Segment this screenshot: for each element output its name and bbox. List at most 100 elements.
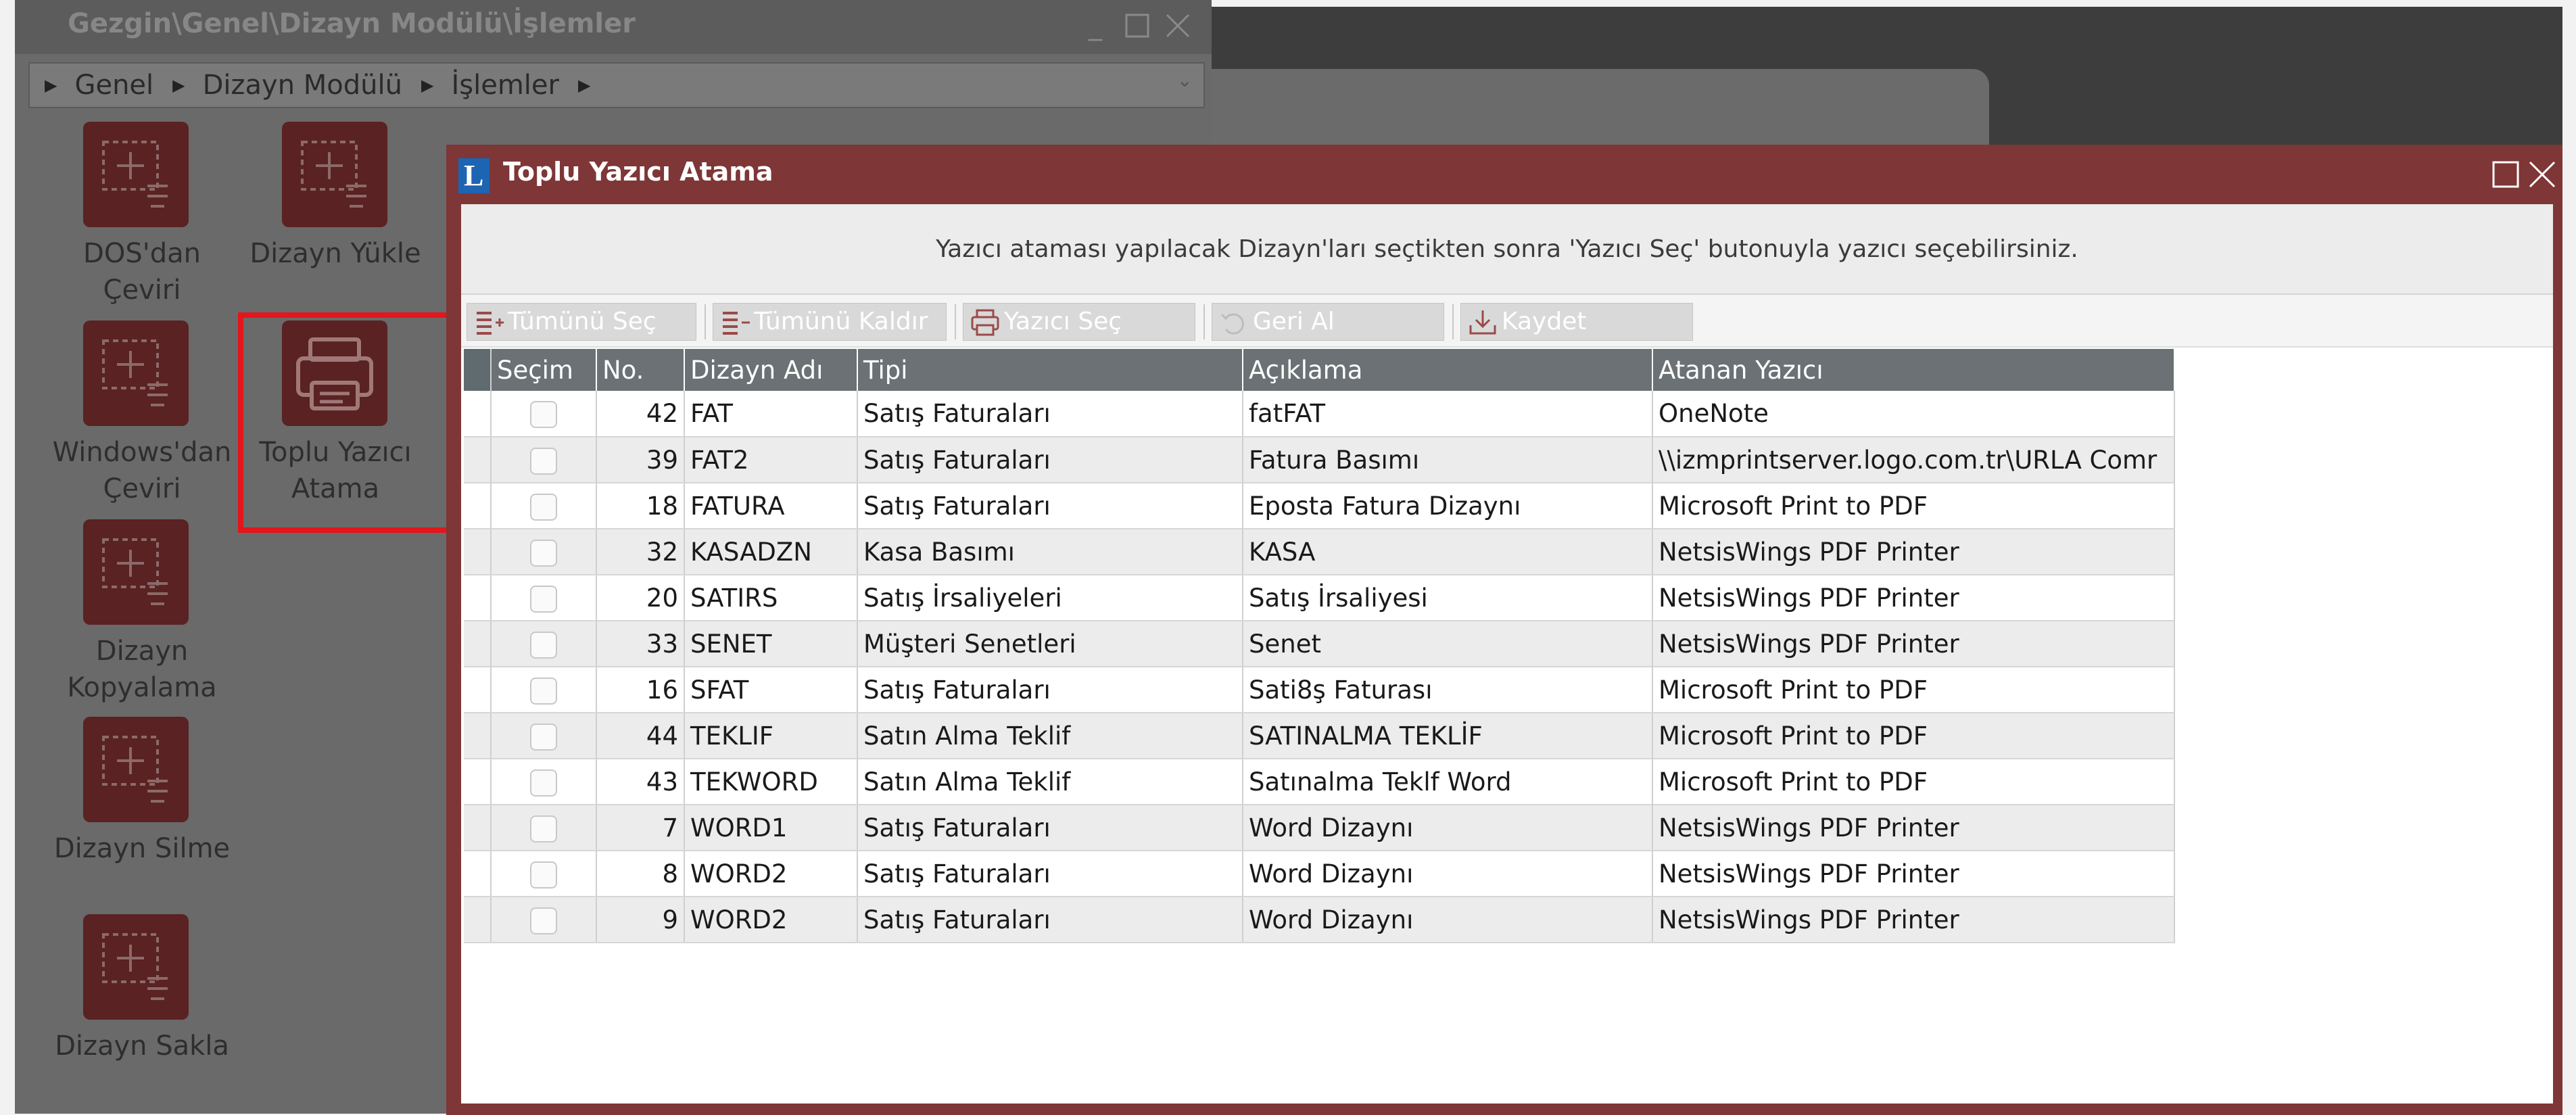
row-indicator[interactable] xyxy=(464,621,492,667)
cell-no: 16 xyxy=(596,667,685,713)
tile-label: Windows'dan xyxy=(52,437,232,468)
explorer-titlebar: Gezgin\Genel\Dizayn Modülü\İşlemler _ xyxy=(15,0,1212,54)
row-indicator[interactable] xyxy=(464,713,492,759)
table-row[interactable]: 9 WORD2 Satış Faturaları Word Dizaynı Ne… xyxy=(464,897,2175,943)
row-indicator[interactable] xyxy=(464,529,492,575)
row-checkbox[interactable] xyxy=(530,585,557,613)
table-row[interactable]: 20 SATIRS Satış İrsaliyeleri Satış İrsal… xyxy=(464,575,2175,621)
table-row[interactable]: 8 WORD2 Satış Faturaları Word Dizaynı Ne… xyxy=(464,851,2175,897)
table-row[interactable]: 39 FAT2 Satış Faturaları Fatura Basımı \… xyxy=(464,437,2175,483)
tile-dizayn-yukle[interactable] xyxy=(282,122,387,227)
toolbar: Tümünü Seç Tümünü Kaldır Yazıcı Seç Geri… xyxy=(461,295,2553,348)
table-row[interactable]: 32 KASADZN Kasa Basımı KASA NetsisWings … xyxy=(464,529,2175,575)
dialog-title: Toplu Yazıcı Atama xyxy=(503,157,773,187)
row-checkbox[interactable] xyxy=(530,401,557,429)
row-checkbox[interactable] xyxy=(530,815,557,843)
undo-button[interactable]: Geri Al xyxy=(1212,303,1444,341)
row-checkbox[interactable] xyxy=(530,677,557,705)
column-header-atanan-yazici[interactable]: Atanan Yazıcı xyxy=(1652,349,2175,391)
tile-dizayn-sakla[interactable] xyxy=(83,914,189,1020)
breadcrumb-item-genel[interactable]: Genel xyxy=(74,70,153,101)
tile-windows-ceviri[interactable] xyxy=(83,321,189,426)
cell-aciklama: Senet xyxy=(1243,621,1653,667)
design-copy-icon xyxy=(102,538,168,605)
breadcrumb: ▶ Genel ▶ Dizayn Modülü ▶ İşlemler ▶ ⌄ xyxy=(28,62,1205,108)
table-row[interactable]: 7 WORD1 Satış Faturaları Word Dizaynı Ne… xyxy=(464,805,2175,851)
breadcrumb-item-dizayn-modulu[interactable]: Dizayn Modülü xyxy=(203,70,402,101)
close-icon[interactable] xyxy=(2526,158,2558,191)
select-all-button[interactable]: Tümünü Seç xyxy=(467,303,696,341)
row-indicator[interactable] xyxy=(464,759,492,805)
select-printer-button[interactable]: Yazıcı Seç xyxy=(963,303,1195,341)
tile-label: Dizayn xyxy=(95,636,189,667)
cell-dizayn-adi: FATURA xyxy=(684,483,858,529)
tile-dos-ceviri[interactable] xyxy=(83,122,189,227)
column-header-dizayn-adi[interactable]: Dizayn Adı xyxy=(684,349,858,391)
background-window xyxy=(1212,69,1989,150)
cell-no: 8 xyxy=(596,851,685,897)
cell-aciklama: Word Dizaynı xyxy=(1243,805,1653,851)
toolbar-separator xyxy=(1203,304,1205,339)
cell-no: 42 xyxy=(596,391,685,437)
deselect-all-button[interactable]: Tümünü Kaldır xyxy=(713,303,947,341)
table-row[interactable]: 33 SENET Müşteri Senetleri Senet NetsisW… xyxy=(464,621,2175,667)
cell-no: 9 xyxy=(596,897,685,943)
cell-dizayn-adi: WORD2 xyxy=(684,851,858,897)
chevron-right-icon: ▶ xyxy=(577,76,591,95)
save-button[interactable]: Kaydet xyxy=(1460,303,1693,341)
row-indicator[interactable] xyxy=(464,483,492,529)
row-checkbox[interactable] xyxy=(530,723,557,751)
chevron-down-icon[interactable]: ⌄ xyxy=(1177,69,1193,91)
cell-tipi: Satış Faturaları xyxy=(857,667,1243,713)
grid-header-row: Seçim No. Dizayn Adı Tipi Açıklama Atana… xyxy=(464,349,2175,391)
info-message: Yazıcı ataması yapılacak Dizayn'ları seç… xyxy=(461,204,2553,295)
row-checkbox[interactable] xyxy=(530,769,557,797)
row-checkbox[interactable] xyxy=(530,447,557,475)
cell-atanan-yazici: NetsisWings PDF Printer xyxy=(1652,851,2175,897)
column-header-secim[interactable]: Seçim xyxy=(491,349,597,391)
cell-atanan-yazici: Microsoft Print to PDF xyxy=(1652,483,2175,529)
chevron-right-icon: ▶ xyxy=(45,76,57,95)
close-icon[interactable] xyxy=(1164,12,1191,39)
table-row[interactable]: 43 TEKWORD Satın Alma Teklif Satınalma T… xyxy=(464,759,2175,805)
cell-no: 44 xyxy=(596,713,685,759)
row-indicator[interactable] xyxy=(464,391,492,437)
row-indicator[interactable] xyxy=(464,897,492,943)
table-row[interactable]: 42 FAT Satış Faturaları fatFAT OneNote xyxy=(464,391,2175,437)
toplu-yazici-atama-dialog: L Toplu Yazıcı Atama Yazıcı ataması yapı… xyxy=(446,145,2562,1115)
dialog-titlebar: L Toplu Yazıcı Atama xyxy=(446,145,2562,204)
toolbar-separator xyxy=(1452,304,1454,339)
column-header-aciklama[interactable]: Açıklama xyxy=(1243,349,1653,391)
table-row[interactable]: 44 TEKLIF Satın Alma Teklif SATINALMA TE… xyxy=(464,713,2175,759)
row-checkbox[interactable] xyxy=(530,907,557,934)
row-checkbox[interactable] xyxy=(530,631,557,659)
desktop-edge xyxy=(0,0,15,1115)
tile-label: Çeviri xyxy=(103,473,181,504)
undo-icon xyxy=(1220,313,1244,335)
row-indicator[interactable] xyxy=(464,805,492,851)
row-indicator[interactable] xyxy=(464,667,492,713)
maximize-icon[interactable] xyxy=(1124,12,1151,39)
tile-dizayn-silme[interactable] xyxy=(83,717,189,822)
cell-aciklama: Sati8ş Faturası xyxy=(1243,667,1653,713)
cell-dizayn-adi: TEKLIF xyxy=(684,713,858,759)
row-checkbox[interactable] xyxy=(530,861,557,888)
row-checkbox[interactable] xyxy=(530,493,557,521)
minimize-icon[interactable]: _ xyxy=(1082,12,1109,39)
cell-dizayn-adi: KASADZN xyxy=(684,529,858,575)
cell-tipi: Kasa Basımı xyxy=(857,529,1243,575)
row-checkbox[interactable] xyxy=(530,539,557,567)
tile-dizayn-kopyalama[interactable] xyxy=(83,519,189,625)
maximize-icon[interactable] xyxy=(2489,158,2522,191)
breadcrumb-item-islemler[interactable]: İşlemler xyxy=(451,70,559,101)
column-header-tipi[interactable]: Tipi xyxy=(857,349,1243,391)
background-topband xyxy=(1212,0,2564,7)
row-indicator[interactable] xyxy=(464,851,492,897)
table-row[interactable]: 16 SFAT Satış Faturaları Sati8ş Faturası… xyxy=(464,667,2175,713)
cell-atanan-yazici: Microsoft Print to PDF xyxy=(1652,667,2175,713)
row-indicator[interactable] xyxy=(464,575,492,621)
row-indicator[interactable] xyxy=(464,437,492,483)
column-header-no[interactable]: No. xyxy=(596,349,685,391)
table-row[interactable]: 18 FATURA Satış Faturaları Eposta Fatura… xyxy=(464,483,2175,529)
cell-aciklama: KASA xyxy=(1243,529,1653,575)
